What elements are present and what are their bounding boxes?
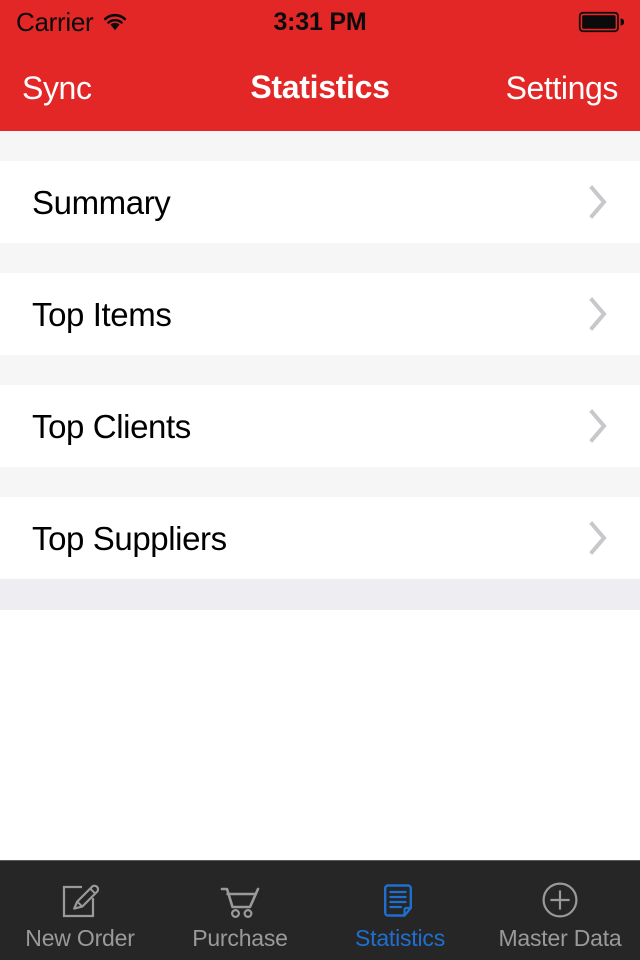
chevron-right-icon — [589, 297, 607, 331]
list-item-top-items[interactable]: Top Items — [0, 273, 640, 355]
section-separator — [0, 467, 640, 497]
carrier-label: Carrier — [16, 6, 94, 37]
status-bar-right — [578, 11, 624, 33]
tab-label: Statistics — [354, 925, 446, 951]
sync-button[interactable]: Sync — [20, 66, 94, 110]
section-separator — [0, 355, 640, 385]
section-separator — [0, 131, 640, 161]
chevron-right-icon — [589, 185, 607, 219]
statistics-list: Summary Top Items Top Clients Top Suppli… — [0, 131, 640, 860]
section-separator-bottom — [0, 579, 640, 610]
list-item-label: Top Items — [32, 295, 172, 333]
wifi-icon — [104, 14, 127, 31]
document-page-icon — [384, 884, 412, 917]
list-item-label: Summary — [32, 183, 171, 221]
tab-master-data[interactable]: Master Data — [480, 861, 640, 960]
status-bar-left: Carrier — [16, 7, 128, 38]
status-bar: Carrier 3:31 PM — [0, 0, 640, 44]
shopping-cart-icon — [220, 887, 260, 918]
tab-statistics[interactable]: Statistics — [320, 861, 480, 960]
tab-bar: New Order Purchase Statistics Master Dat… — [0, 860, 640, 960]
tab-label: Master Data — [498, 925, 622, 951]
list-item-label: Top Suppliers — [32, 519, 227, 557]
list-item-summary[interactable]: Summary — [0, 161, 640, 243]
tab-label: Purchase — [192, 925, 288, 951]
chevron-right-icon — [589, 521, 607, 555]
battery-full-icon — [578, 11, 624, 33]
navigation-bar: Sync Statistics Settings — [0, 44, 640, 131]
app-root: Carrier 3:31 PM Sync Statistics Settings — [0, 0, 640, 960]
list-item-top-suppliers[interactable]: Top Suppliers — [0, 497, 640, 579]
plus-circle-icon — [542, 882, 578, 918]
list-item-label: Top Clients — [32, 407, 191, 445]
tab-new-order[interactable]: New Order — [0, 861, 160, 960]
tab-label: New Order — [25, 925, 135, 951]
section-separator — [0, 243, 640, 273]
compose-pencil-square-icon — [62, 884, 100, 918]
tab-purchase[interactable]: Purchase — [160, 861, 320, 960]
chevron-right-icon — [589, 409, 607, 443]
settings-button[interactable]: Settings — [504, 66, 620, 110]
empty-area — [0, 610, 640, 860]
list-item-top-clients[interactable]: Top Clients — [0, 385, 640, 467]
